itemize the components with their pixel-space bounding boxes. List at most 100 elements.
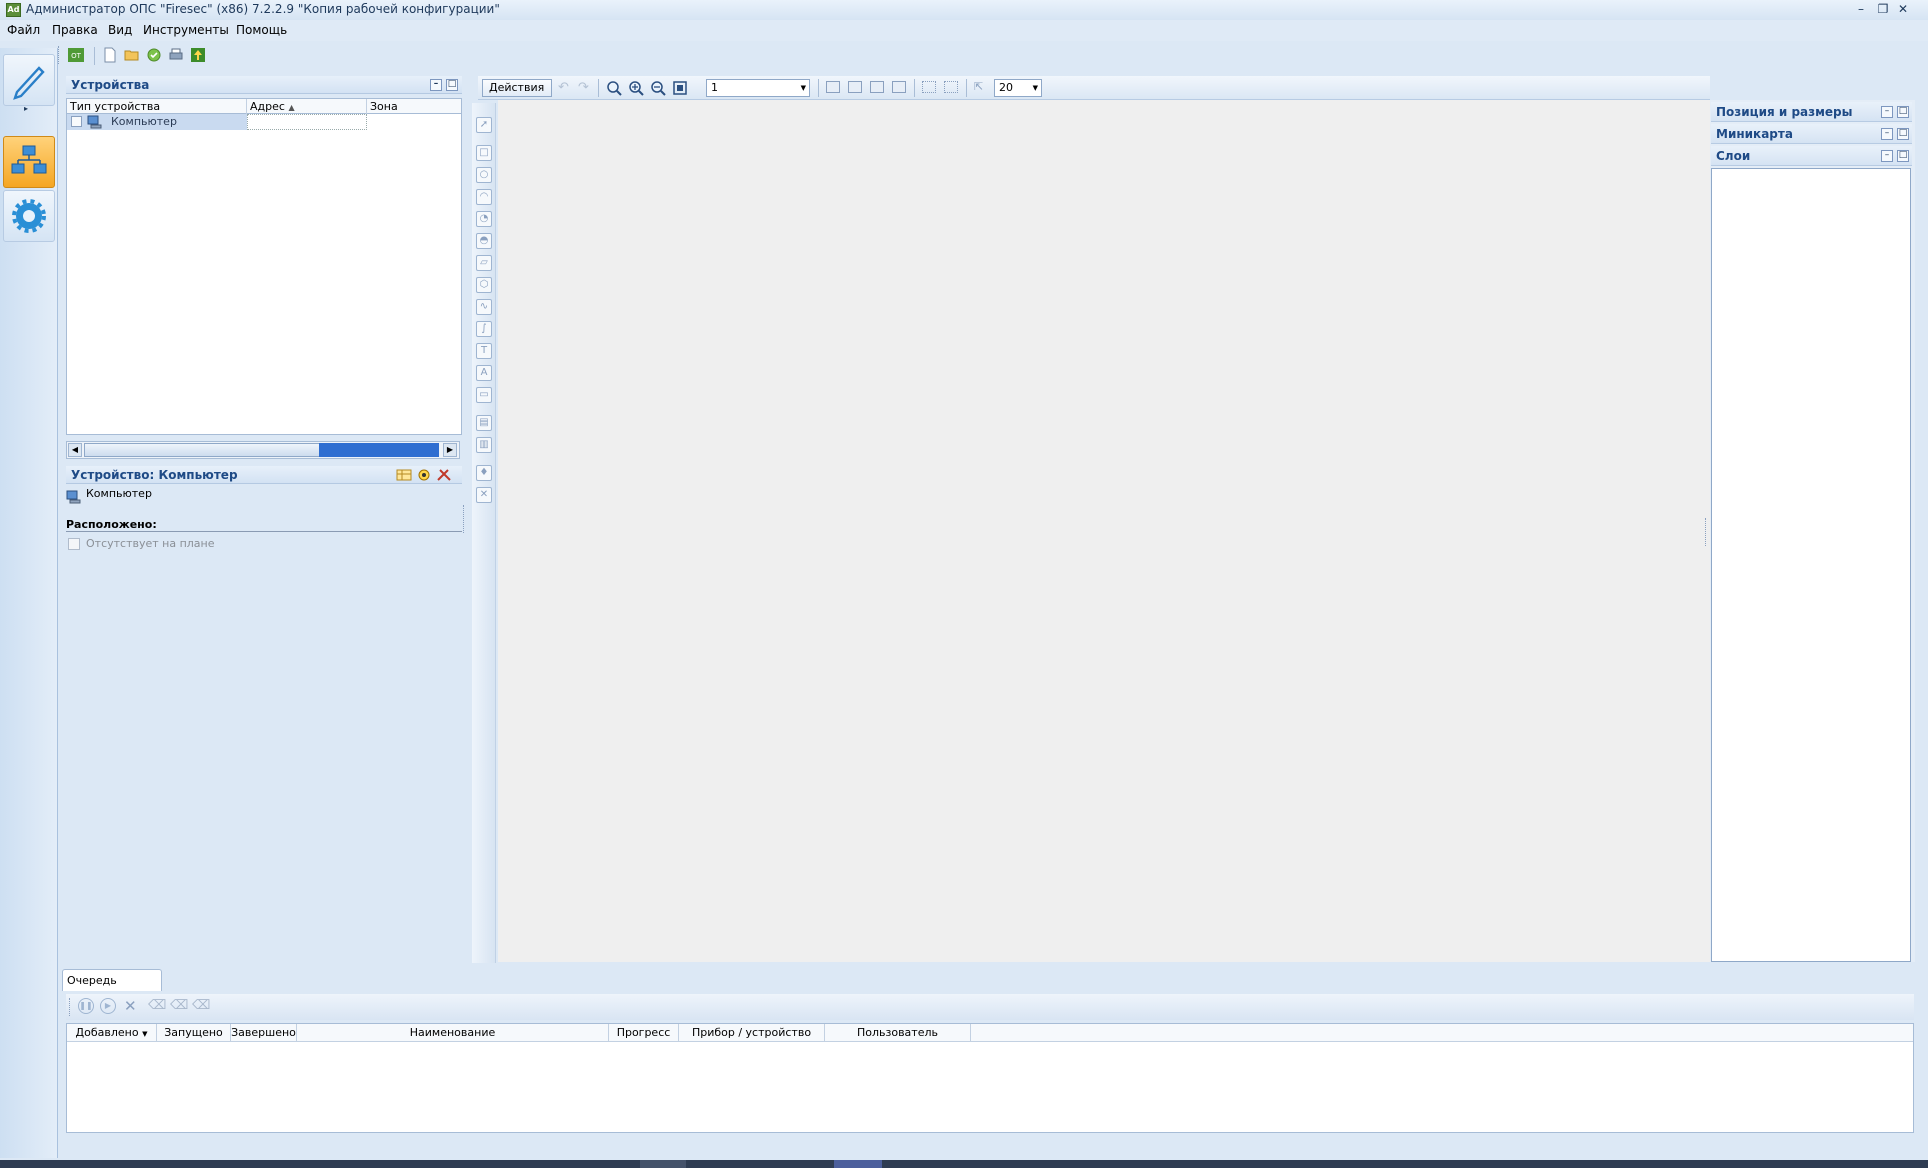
pause-icon[interactable]: ❚❚ — [78, 998, 94, 1014]
window-title: Администратор ОПС "Firesec" (x86) 7.2.2.… — [26, 2, 500, 16]
col-address[interactable]: Адрес ▲ — [247, 99, 367, 114]
col-added[interactable]: Добавлено ▼ — [67, 1024, 157, 1041]
panel-maximize-icon[interactable]: □ — [1897, 106, 1909, 118]
menu-help[interactable]: Помощь — [236, 23, 287, 37]
arc-tool-icon[interactable]: ◠ — [476, 189, 492, 205]
print-button[interactable] — [166, 45, 186, 65]
page-combo[interactable]: 1 ▼ — [706, 79, 810, 97]
menu-file[interactable]: Файл — [7, 23, 40, 37]
cancel-icon[interactable]: ✕ — [124, 997, 137, 1015]
zoom-out-icon[interactable] — [650, 80, 666, 96]
bring-front-icon[interactable] — [826, 81, 840, 93]
polyline-tool-icon[interactable]: ⬡ — [476, 277, 492, 293]
col-progress[interactable]: Прогресс — [609, 1024, 679, 1041]
bezier-tool-icon[interactable]: ∫ — [476, 321, 492, 337]
image-tool-icon[interactable]: ▭ — [476, 387, 492, 403]
zoom-icon[interactable] — [606, 80, 622, 96]
device-tool-icon[interactable]: ♦ — [476, 465, 492, 481]
col-device[interactable]: Прибор / устройство — [679, 1024, 825, 1041]
nav-devices-button[interactable] — [3, 136, 55, 188]
subplan-tool-icon[interactable]: ▤ — [476, 415, 492, 431]
validate-button[interactable] — [144, 45, 164, 65]
panel-minimize-icon[interactable]: – — [1881, 150, 1893, 162]
scroll-thumb[interactable] — [84, 443, 320, 457]
fit-page-icon[interactable] — [672, 80, 688, 96]
nav-edit-button[interactable] — [3, 54, 55, 106]
restore-button[interactable]: ❐ — [1874, 2, 1892, 18]
tab-server-queue[interactable]: Очередь сервера — [62, 969, 162, 1008]
curve-tool-icon[interactable]: ∿ — [476, 299, 492, 315]
toolbar-grip[interactable] — [69, 998, 71, 1016]
queue-table[interactable]: Добавлено ▼ Запущено Завершено Наименова… — [66, 1023, 1914, 1133]
panel-maximize-icon[interactable]: □ — [446, 79, 458, 91]
select-device-icon[interactable] — [416, 468, 432, 482]
location-value[interactable]: Отсутствует на плане — [86, 537, 215, 550]
grid-snap-icon[interactable]: ⇱ — [974, 80, 983, 93]
zone-tool-icon[interactable]: ▥ — [476, 437, 492, 453]
delete-device-tool-icon[interactable]: ✕ — [476, 487, 492, 503]
expander-icon[interactable] — [71, 116, 82, 127]
panel-maximize-icon[interactable]: □ — [1897, 128, 1909, 140]
zoom-in-icon[interactable] — [628, 80, 644, 96]
col-device-type[interactable]: Тип устройства — [67, 99, 247, 114]
panel-minimize-icon[interactable]: – — [1881, 128, 1893, 140]
panel-minimize-icon[interactable]: – — [1881, 106, 1893, 118]
col-name[interactable]: Наименование — [297, 1024, 609, 1041]
pie-tool-icon[interactable]: ◔ — [476, 211, 492, 227]
undo-icon[interactable]: ↶ — [558, 80, 569, 95]
table-row[interactable]: Компьютер — [67, 114, 247, 130]
nav-settings-button[interactable] — [3, 190, 55, 242]
col-zone[interactable]: Зона — [367, 99, 461, 114]
close-button[interactable]: ✕ — [1894, 2, 1912, 18]
menu-view[interactable]: Вид — [108, 23, 132, 37]
polygon-tool-icon[interactable]: ▱ — [476, 255, 492, 271]
actions-dropdown[interactable]: Действия ▼ — [482, 79, 552, 110]
address-cell[interactable] — [247, 114, 367, 130]
chord-tool-icon[interactable]: ◓ — [476, 233, 492, 249]
col-finished[interactable]: Завершено — [231, 1024, 297, 1041]
send-backward-icon[interactable] — [892, 81, 906, 93]
bring-forward-icon[interactable] — [870, 81, 884, 93]
horizontal-scrollbar[interactable]: ◀ ▶ — [66, 441, 460, 459]
panel-maximize-icon[interactable]: □ — [1897, 150, 1909, 162]
pointer-tool-icon[interactable]: ➚ — [476, 117, 492, 133]
table-view-icon[interactable] — [396, 468, 412, 482]
printer-icon — [169, 48, 183, 60]
scroll-right-icon[interactable]: ▶ — [443, 443, 457, 457]
broom-icon[interactable]: ⌫ — [148, 998, 166, 1013]
zone-cell[interactable] — [367, 114, 461, 130]
menu-edit[interactable]: Правка — [52, 23, 98, 37]
redo-icon[interactable]: ↷ — [578, 80, 589, 95]
align-icon[interactable] — [922, 81, 936, 93]
new-button[interactable] — [100, 45, 120, 65]
text-tool-icon[interactable]: A — [476, 365, 492, 381]
clear-all-icon[interactable]: ⌫ — [192, 998, 210, 1013]
open-button[interactable] — [122, 45, 142, 65]
menu-tools[interactable]: Инструменты — [143, 23, 229, 37]
scroll-left-icon[interactable]: ◀ — [68, 443, 82, 457]
ot-button[interactable]: OT — [66, 45, 86, 65]
layers-list[interactable] — [1711, 168, 1911, 962]
minimize-button[interactable]: – — [1852, 2, 1870, 18]
send-back-icon[interactable] — [848, 81, 862, 93]
ellipse-tool-icon[interactable]: ○ — [476, 167, 492, 183]
col-started[interactable]: Запущено — [157, 1024, 231, 1041]
textbox-tool-icon[interactable]: T — [476, 343, 492, 359]
scroll-track[interactable] — [319, 443, 439, 457]
expand-arrow-icon[interactable]: ▸ — [24, 104, 28, 113]
plan-canvas[interactable] — [498, 100, 1710, 962]
col-user[interactable]: Пользователь — [825, 1024, 971, 1041]
position-panel-title: Позиция и размеры — [1716, 105, 1853, 119]
write-config-button[interactable] — [188, 45, 208, 65]
distribute-icon[interactable] — [944, 81, 958, 93]
tools-icon[interactable] — [436, 468, 452, 482]
toolbar-grip[interactable] — [58, 46, 60, 64]
splitter-grip[interactable] — [463, 505, 467, 533]
splitter-grip[interactable] — [1705, 518, 1709, 546]
clear-completed-icon[interactable]: ⌫ — [170, 998, 188, 1013]
grid-size-combo[interactable]: 20 ▼ — [994, 79, 1042, 97]
rectangle-tool-icon[interactable]: □ — [476, 145, 492, 161]
play-icon[interactable]: ▶ — [100, 998, 116, 1014]
devices-tree[interactable]: Компьютер — [66, 114, 462, 435]
panel-minimize-icon[interactable]: – — [430, 79, 442, 91]
